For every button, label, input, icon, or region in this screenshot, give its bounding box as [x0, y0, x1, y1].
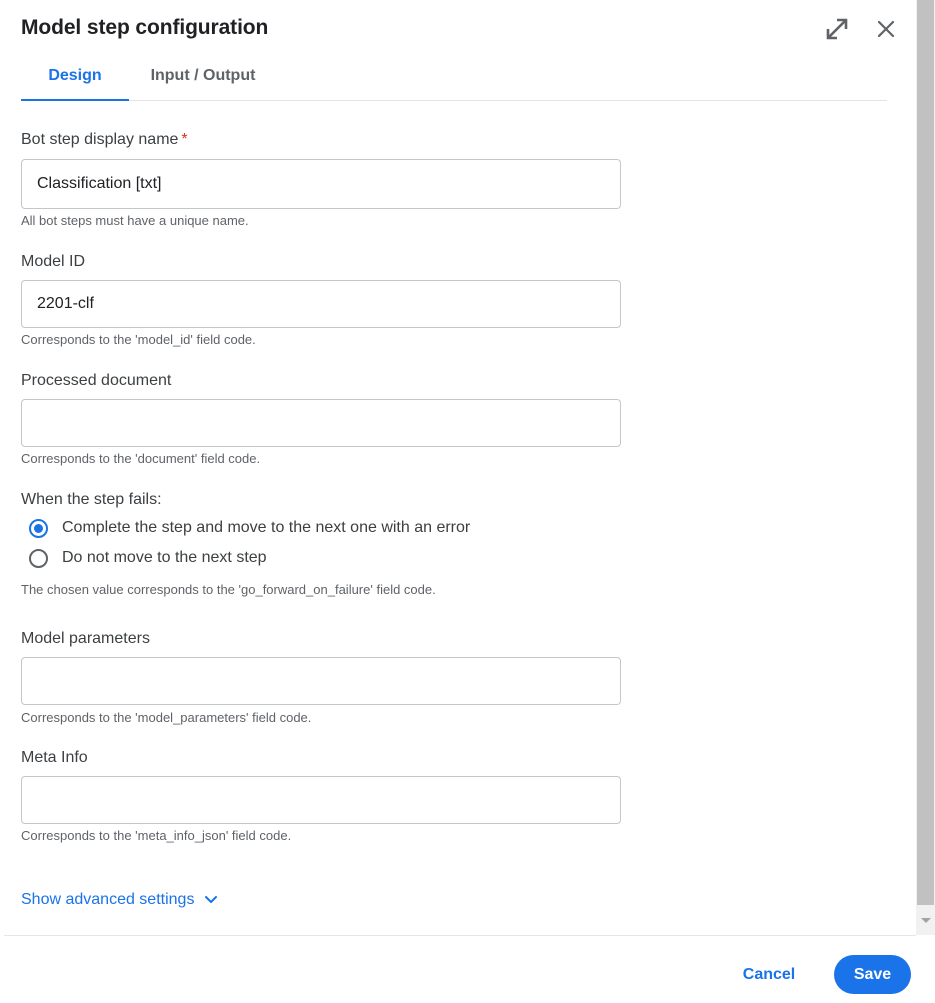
- show-advanced-settings-label: Show advanced settings: [21, 891, 195, 908]
- scrollbar-thumb[interactable]: [917, 0, 934, 905]
- model-step-dialog: Model step configuration Design Input / …: [0, 0, 916, 1003]
- tab-input-output[interactable]: Input / Output: [129, 58, 277, 100]
- model-id-hint: Corresponds to the 'model_id' field code…: [21, 332, 256, 347]
- dialog-title: Model step configuration: [21, 16, 269, 39]
- required-mark: *: [181, 131, 188, 148]
- failure-option-stop[interactable]: Do not move to the next step: [29, 546, 267, 570]
- model-parameters-hint: Corresponds to the 'model_parameters' fi…: [21, 710, 312, 725]
- radio-unchecked-icon[interactable]: [29, 548, 48, 568]
- cancel-button[interactable]: Cancel: [726, 957, 812, 993]
- processed-document-hint: Corresponds to the 'document' field code…: [21, 451, 261, 466]
- scroll-down-arrow-icon[interactable]: [921, 918, 931, 923]
- failure-option-continue-label: Complete the step and move to the next o…: [62, 519, 471, 536]
- meta-info-hint: Corresponds to the 'meta_info_json' fiel…: [21, 828, 292, 843]
- display-name-label: Bot step display name *: [21, 131, 188, 149]
- expand-button[interactable]: [822, 14, 852, 44]
- model-id-label: Model ID: [21, 253, 86, 270]
- tab-bar: Design Input / Output: [21, 58, 887, 101]
- model-parameters-label: Model parameters: [21, 630, 150, 647]
- failure-label: When the step fails:: [21, 491, 162, 508]
- close-icon: [877, 20, 895, 38]
- failure-hint: The chosen value corresponds to the 'go_…: [21, 582, 436, 597]
- tab-design[interactable]: Design: [21, 58, 129, 101]
- processed-document-label: Processed document: [21, 372, 172, 389]
- show-advanced-settings-link[interactable]: Show advanced settings: [21, 891, 218, 909]
- display-name-hint: All bot steps must have a unique name.: [21, 213, 249, 228]
- processed-document-input[interactable]: [21, 399, 621, 447]
- radio-checked-icon[interactable]: [29, 518, 48, 538]
- failure-option-stop-label: Do not move to the next step: [62, 549, 267, 566]
- expand-diagonal-icon: [826, 18, 848, 40]
- chevron-down-icon: [204, 895, 218, 905]
- model-parameters-input[interactable]: [21, 657, 621, 705]
- meta-info-label: Meta Info: [21, 749, 88, 766]
- save-button[interactable]: Save: [834, 955, 911, 994]
- display-name-label-text: Bot step display name: [21, 131, 179, 148]
- failure-option-continue[interactable]: Complete the step and move to the next o…: [29, 516, 470, 540]
- dialog-header: Model step configuration: [21, 14, 895, 46]
- model-id-input[interactable]: [21, 280, 621, 328]
- display-name-input[interactable]: [21, 159, 621, 209]
- footer-divider: [4, 935, 916, 936]
- close-button[interactable]: [871, 14, 901, 44]
- meta-info-input[interactable]: [21, 776, 621, 824]
- vertical-scrollbar[interactable]: [916, 0, 935, 935]
